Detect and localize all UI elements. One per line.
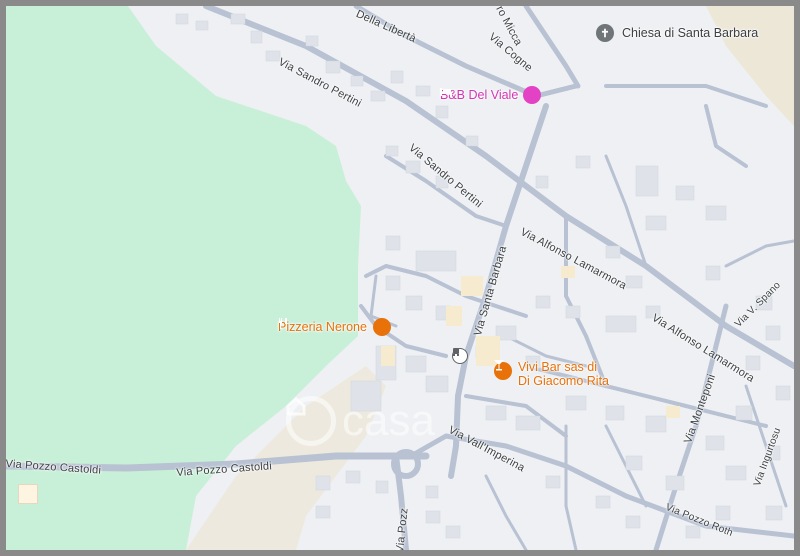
poi-church-label: Chiesa di Santa Barbara [622, 26, 759, 40]
poi-bar-label-2: Di Giacomo Rita [518, 374, 609, 388]
watermark: casa [286, 396, 435, 446]
poi-pizzeria[interactable]: Pizzeria Nerone [278, 318, 391, 336]
cocktail-icon [494, 360, 512, 380]
poi-bar[interactable]: Vivi Bar sas di Di Giacomo Rita [494, 360, 609, 388]
bed-icon [440, 86, 542, 104]
poi-bar-label-1: Vivi Bar sas di [518, 360, 597, 374]
fork-knife-icon [279, 318, 391, 336]
map-base [6, 6, 794, 550]
map-canvas[interactable]: Della Libertà ro Micca Via Cogne Via San… [6, 6, 794, 550]
house-logo-icon [286, 396, 336, 446]
cross-icon: ✝ [596, 24, 614, 42]
bus-stop-icon [452, 348, 468, 364]
watermark-text: casa [342, 396, 435, 445]
poi-church[interactable]: ✝ Chiesa di Santa Barbara [596, 24, 758, 42]
poi-bnb[interactable]: B&B Del Viale [440, 86, 542, 104]
poi-pizzeria-label: Pizzeria Nerone [278, 320, 367, 334]
bus-stop[interactable] [452, 348, 468, 364]
map-marker-square[interactable] [18, 484, 38, 504]
